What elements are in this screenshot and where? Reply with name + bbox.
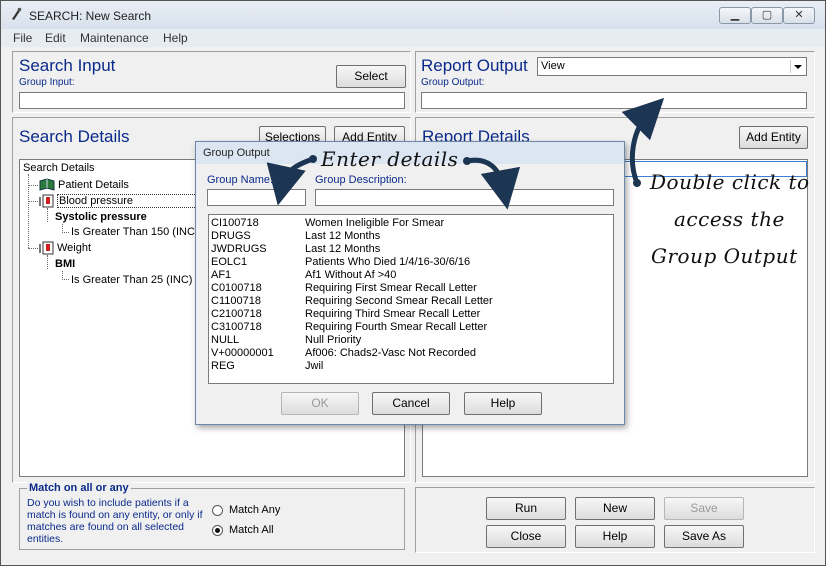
arrow-to-group-name-icon: [266, 155, 317, 206]
arrow-to-group-output-icon: [621, 97, 665, 187]
annotation-arrows: [266, 97, 665, 210]
arrow-to-group-description-icon: [463, 157, 521, 210]
